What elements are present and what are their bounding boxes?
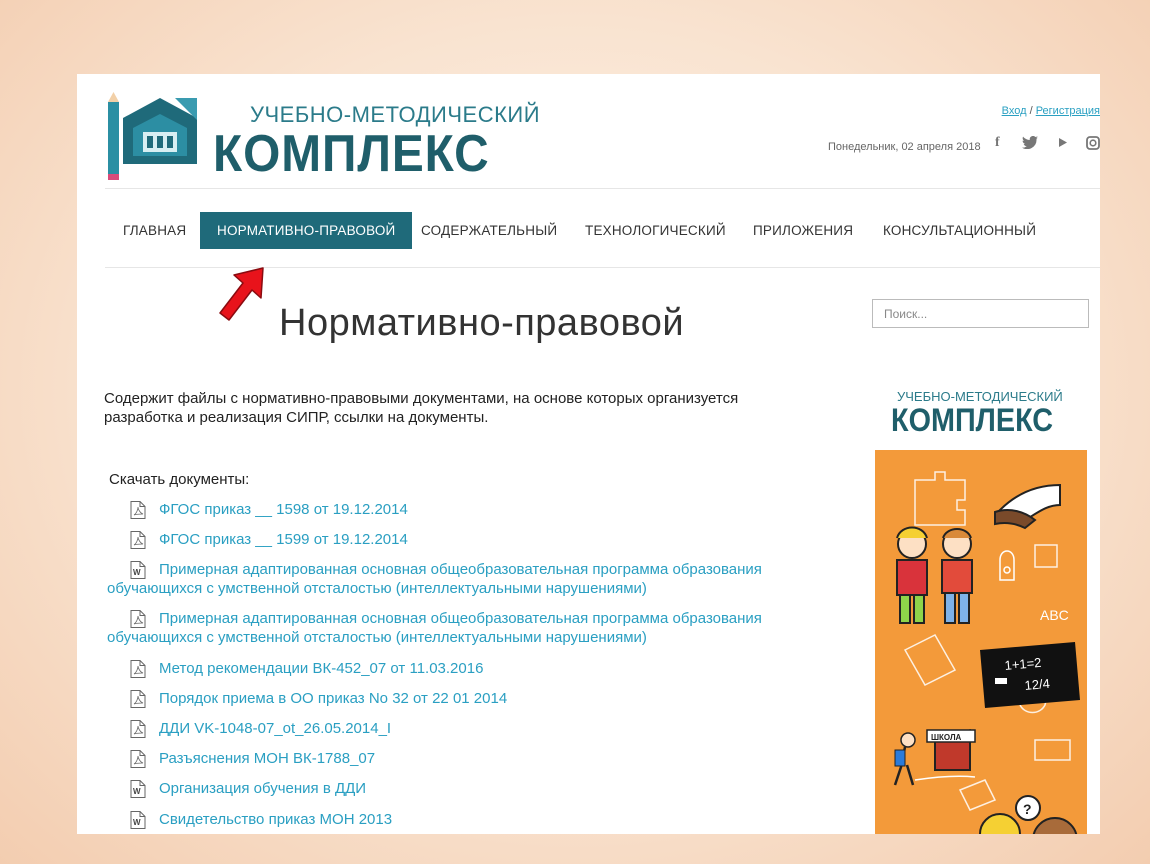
search-input[interactable] bbox=[872, 299, 1089, 328]
banner-fraction-label: 12/4 bbox=[1024, 676, 1051, 693]
pdf-file-icon bbox=[130, 531, 146, 549]
word-file-icon: W bbox=[130, 561, 146, 579]
banner-math-label: 1+1=2 bbox=[1004, 655, 1042, 673]
pdf-file-icon bbox=[130, 660, 146, 678]
downloads-heading: Скачать документы: bbox=[109, 471, 250, 488]
document-link[interactable]: W Свидетельство приказ МОН 2013 bbox=[129, 810, 819, 829]
header-divider bbox=[105, 188, 1100, 189]
page-description: Содержит файлы с нормативно-правовыми до… bbox=[104, 390, 739, 426]
svg-text:W: W bbox=[133, 818, 141, 827]
document-label: Организация обучения в ДДИ bbox=[159, 780, 367, 797]
document-link[interactable]: Примерная адаптированная основная общеоб… bbox=[107, 609, 797, 647]
word-file-icon: W bbox=[130, 780, 146, 798]
banner-school-label: ШКОЛА bbox=[931, 733, 962, 742]
page-title: Нормативно-правовой bbox=[279, 302, 685, 344]
document-link[interactable]: ДДИ VK-1048-07_ot_26.05.2014_I bbox=[129, 719, 819, 738]
red-arrow-icon bbox=[219, 267, 264, 321]
sidebar-logo: УЧЕБНО-МЕТОДИЧЕСКИЙ КОМПЛЕКС bbox=[889, 387, 1069, 447]
document-link[interactable]: ФГОС приказ __ 1598 от 19.12.2014 bbox=[129, 500, 819, 519]
logo-title: КОМПЛЕКС bbox=[213, 125, 490, 183]
social-links: f bbox=[995, 135, 1100, 155]
svg-text:W: W bbox=[133, 568, 141, 577]
sidebar-logo-title: КОМПЛЕКС bbox=[891, 402, 1054, 438]
word-file-icon: W bbox=[130, 811, 146, 829]
promo-banner[interactable]: ABC 1+1=2 12/4 ШКОЛА ? bbox=[875, 450, 1087, 834]
login-link[interactable]: Вход bbox=[1002, 105, 1027, 117]
main-nav: ГЛАВНАЯ НОРМАТИВНО-ПРАВОВОЙ СОДЕРЖАТЕЛЬН… bbox=[105, 212, 1100, 249]
twitter-icon[interactable] bbox=[1022, 136, 1038, 149]
facebook-icon[interactable]: f bbox=[995, 135, 1000, 151]
document-label: Свидетельство приказ МОН 2013 bbox=[159, 811, 393, 828]
site-logo[interactable]: УЧЕБНО-МЕТОДИЧЕСКИЙ КОМПЛЕКС bbox=[105, 92, 540, 184]
pdf-file-icon bbox=[130, 750, 146, 768]
banner-abc-label: ABC bbox=[1040, 607, 1069, 623]
banner-illustration: ABC 1+1=2 12/4 ШКОЛА ? bbox=[893, 471, 1080, 834]
nav-item-appendix[interactable]: ПРИЛОЖЕНИЯ bbox=[753, 212, 853, 249]
logo-emblem-icon bbox=[108, 92, 197, 180]
nav-item-normative[interactable]: НОРМАТИВНО-ПРАВОВОЙ bbox=[200, 212, 413, 249]
document-link[interactable]: ФГОС приказ __ 1599 от 19.12.2014 bbox=[129, 530, 819, 549]
document-label: Примерная адаптированная основная общеоб… bbox=[107, 561, 762, 597]
svg-text:?: ? bbox=[1023, 801, 1032, 817]
document-label: Примерная адаптированная основная общеоб… bbox=[107, 610, 762, 646]
pdf-file-icon bbox=[130, 501, 146, 519]
auth-separator: / bbox=[1026, 105, 1036, 117]
auth-links: Вход / Регистрация bbox=[1002, 105, 1100, 117]
document-link[interactable]: Метод рекомендации ВК-452_07 от 11.03.20… bbox=[129, 659, 819, 678]
document-link[interactable]: Порядок приема в ОО приказ No 32 от 22 0… bbox=[129, 689, 819, 708]
nav-item-consulting[interactable]: КОНСУЛЬТАЦИОННЫЙ bbox=[883, 212, 1036, 249]
instagram-icon[interactable] bbox=[1086, 136, 1100, 150]
pdf-file-icon bbox=[130, 610, 146, 628]
document-label: ФГОС приказ __ 1598 от 19.12.2014 bbox=[159, 501, 408, 518]
document-link[interactable]: W Организация обучения в ДДИ bbox=[129, 779, 819, 798]
document-label: ФГОС приказ __ 1599 от 19.12.2014 bbox=[159, 531, 408, 548]
register-link[interactable]: Регистрация bbox=[1036, 105, 1100, 117]
document-link[interactable]: W Примерная адаптированная основная обще… bbox=[107, 560, 797, 598]
youtube-icon[interactable] bbox=[1059, 138, 1067, 147]
document-label: Метод рекомендации ВК-452_07 от 11.03.20… bbox=[159, 660, 484, 677]
document-label: ДДИ VK-1048-07_ot_26.05.2014_I bbox=[159, 720, 392, 737]
current-date: Понедельник, 02 апреля 2018 bbox=[828, 141, 981, 153]
nav-item-home[interactable]: ГЛАВНАЯ bbox=[123, 212, 186, 249]
web-page: УЧЕБНО-МЕТОДИЧЕСКИЙ КОМПЛЕКС Вход / Реги… bbox=[77, 74, 1100, 834]
document-label: Порядок приема в ОО приказ No 32 от 22 0… bbox=[159, 690, 508, 707]
pdf-file-icon bbox=[130, 690, 146, 708]
document-label: Разъяснения МОН ВК-1788_07 bbox=[159, 750, 376, 767]
document-link[interactable]: Разъяснения МОН ВК-1788_07 bbox=[129, 749, 819, 768]
pdf-file-icon bbox=[130, 720, 146, 738]
svg-text:W: W bbox=[133, 787, 141, 796]
nav-item-content[interactable]: СОДЕРЖАТЕЛЬНЫЙ bbox=[421, 212, 557, 249]
nav-item-technology[interactable]: ТЕХНОЛОГИЧЕСКИЙ bbox=[585, 212, 726, 249]
